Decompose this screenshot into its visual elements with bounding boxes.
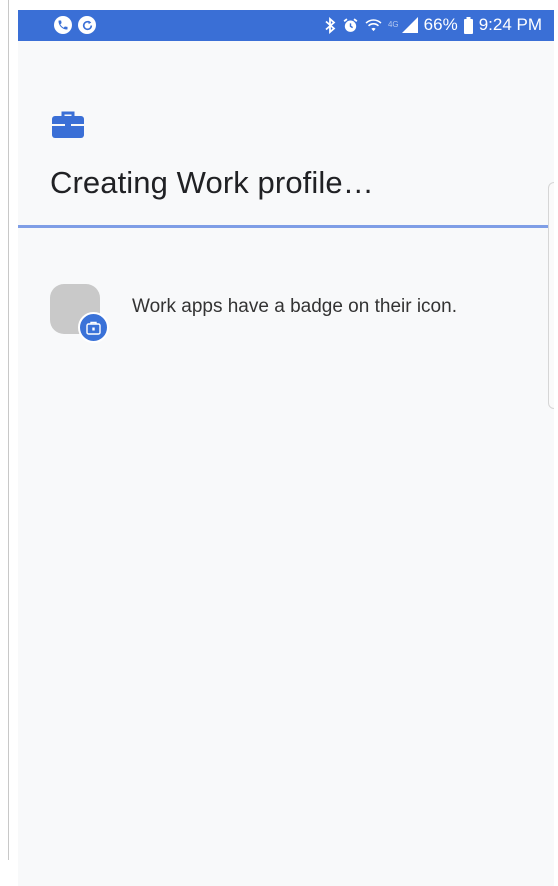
info-text: Work apps have a badge on their icon. [132, 296, 457, 317]
page-title: Creating Work profile… [50, 165, 374, 200]
clock: 9:24 PM [478, 15, 542, 34]
bluetooth-icon [325, 16, 336, 34]
wifi-icon [365, 18, 382, 33]
status-bar-right: 4G 66% 9:24 PM [325, 13, 542, 37]
briefcase-icon [52, 110, 84, 143]
battery-percent: 66% [423, 15, 458, 34]
progress-bar [18, 225, 554, 228]
progress-indicator [18, 225, 554, 228]
battery-icon [463, 16, 473, 34]
info-row: Work apps have a badge on their icon. [48, 282, 528, 343]
status-bar-left [54, 16, 96, 34]
briefcase-badge-icon [78, 312, 109, 343]
signal-icon [401, 17, 418, 33]
screen: 4G 66% 9:24 PM Creating Work profile… Wo… [18, 10, 554, 886]
side-panel-edge [548, 182, 554, 409]
network-type-label: 4G [387, 20, 399, 29]
status-bar: 4G 66% 9:24 PM [18, 10, 554, 41]
sync-icon [78, 16, 96, 34]
app-icon [50, 284, 109, 343]
alarm-icon [342, 17, 359, 34]
phone-call-icon [54, 16, 72, 34]
left-edge-rule [8, 0, 9, 860]
